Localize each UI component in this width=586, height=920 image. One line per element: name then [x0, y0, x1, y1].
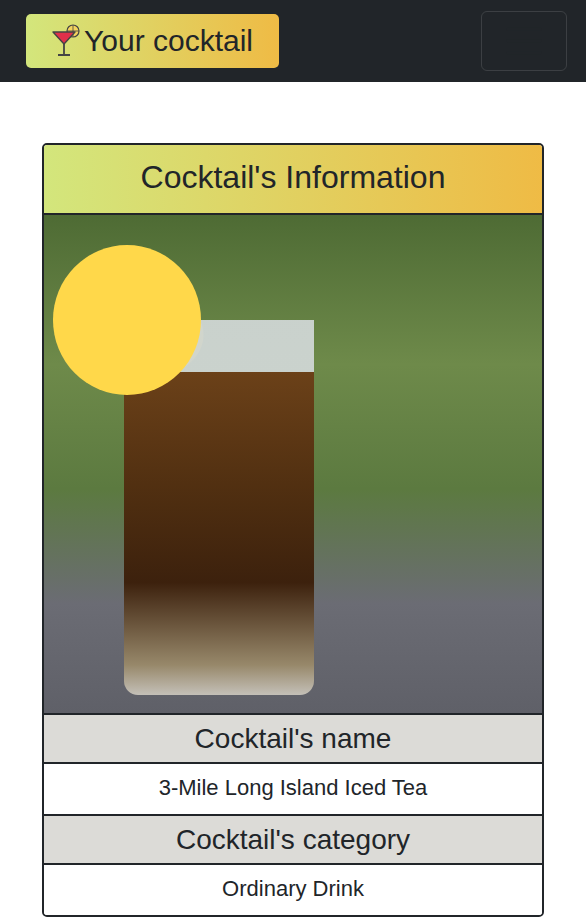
brand-link[interactable]: Your cocktail — [26, 14, 279, 68]
lemon-slice — [53, 245, 201, 395]
hamburger-icon — [502, 21, 546, 61]
content-area: Cocktail's Information Cocktail's name3-M… — [42, 143, 544, 917]
brand-text[interactable]: Your cocktail — [84, 23, 253, 59]
card-title: Cocktail's Information — [44, 145, 542, 215]
field-label: Cocktail's category — [44, 814, 542, 865]
field-label: Cocktail's name — [44, 713, 542, 764]
cocktail-photo — [44, 215, 542, 713]
cocktail-card: Cocktail's Information Cocktail's name3-M… — [42, 143, 544, 917]
top-navbar: Your cocktail — [0, 0, 586, 82]
field-value: 3-Mile Long Island Iced Tea — [44, 764, 542, 814]
cocktail-icon — [50, 24, 82, 58]
menu-toggle-button[interactable] — [481, 11, 567, 71]
field-value: Ordinary Drink — [44, 865, 542, 915]
